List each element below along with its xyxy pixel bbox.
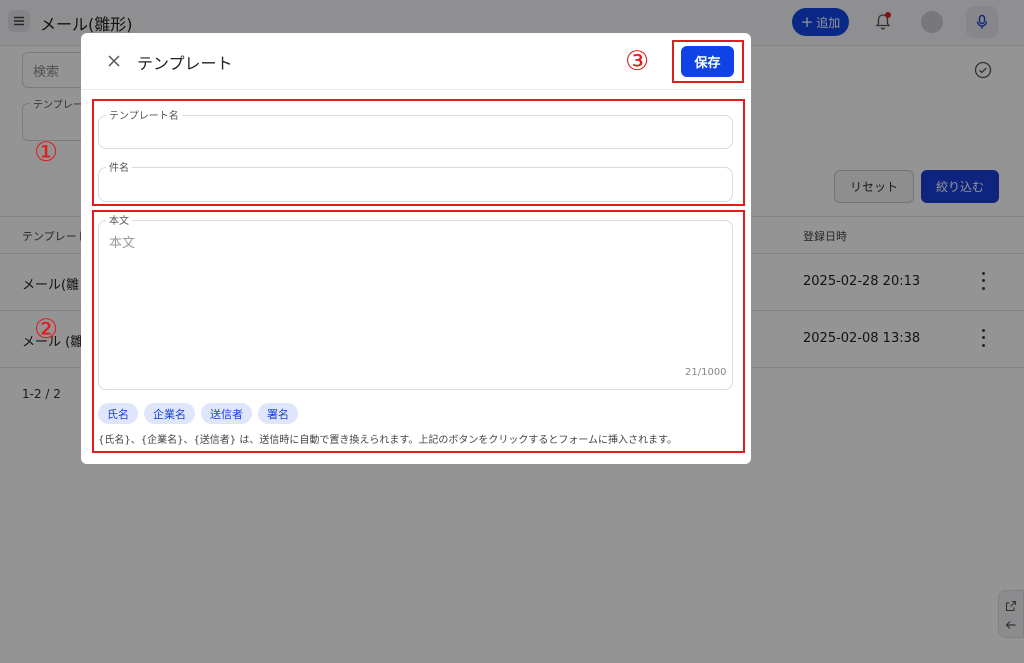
modal-title: テンプレート	[137, 54, 233, 73]
close-icon[interactable]	[105, 52, 123, 70]
annotation-frame-2	[92, 210, 745, 453]
annotation-marker-2: ②	[34, 314, 59, 345]
annotation-marker-3: ③	[625, 46, 650, 77]
annotation-frame-1	[92, 99, 745, 206]
annotation-marker-1: ①	[34, 137, 59, 168]
modal-header: テンプレート ③ 保存	[81, 33, 751, 90]
save-button[interactable]: 保存	[681, 46, 734, 77]
template-modal: テンプレート ③ 保存 テンプレート名 件名 本文 本文 21/1000 氏名 …	[81, 33, 751, 464]
